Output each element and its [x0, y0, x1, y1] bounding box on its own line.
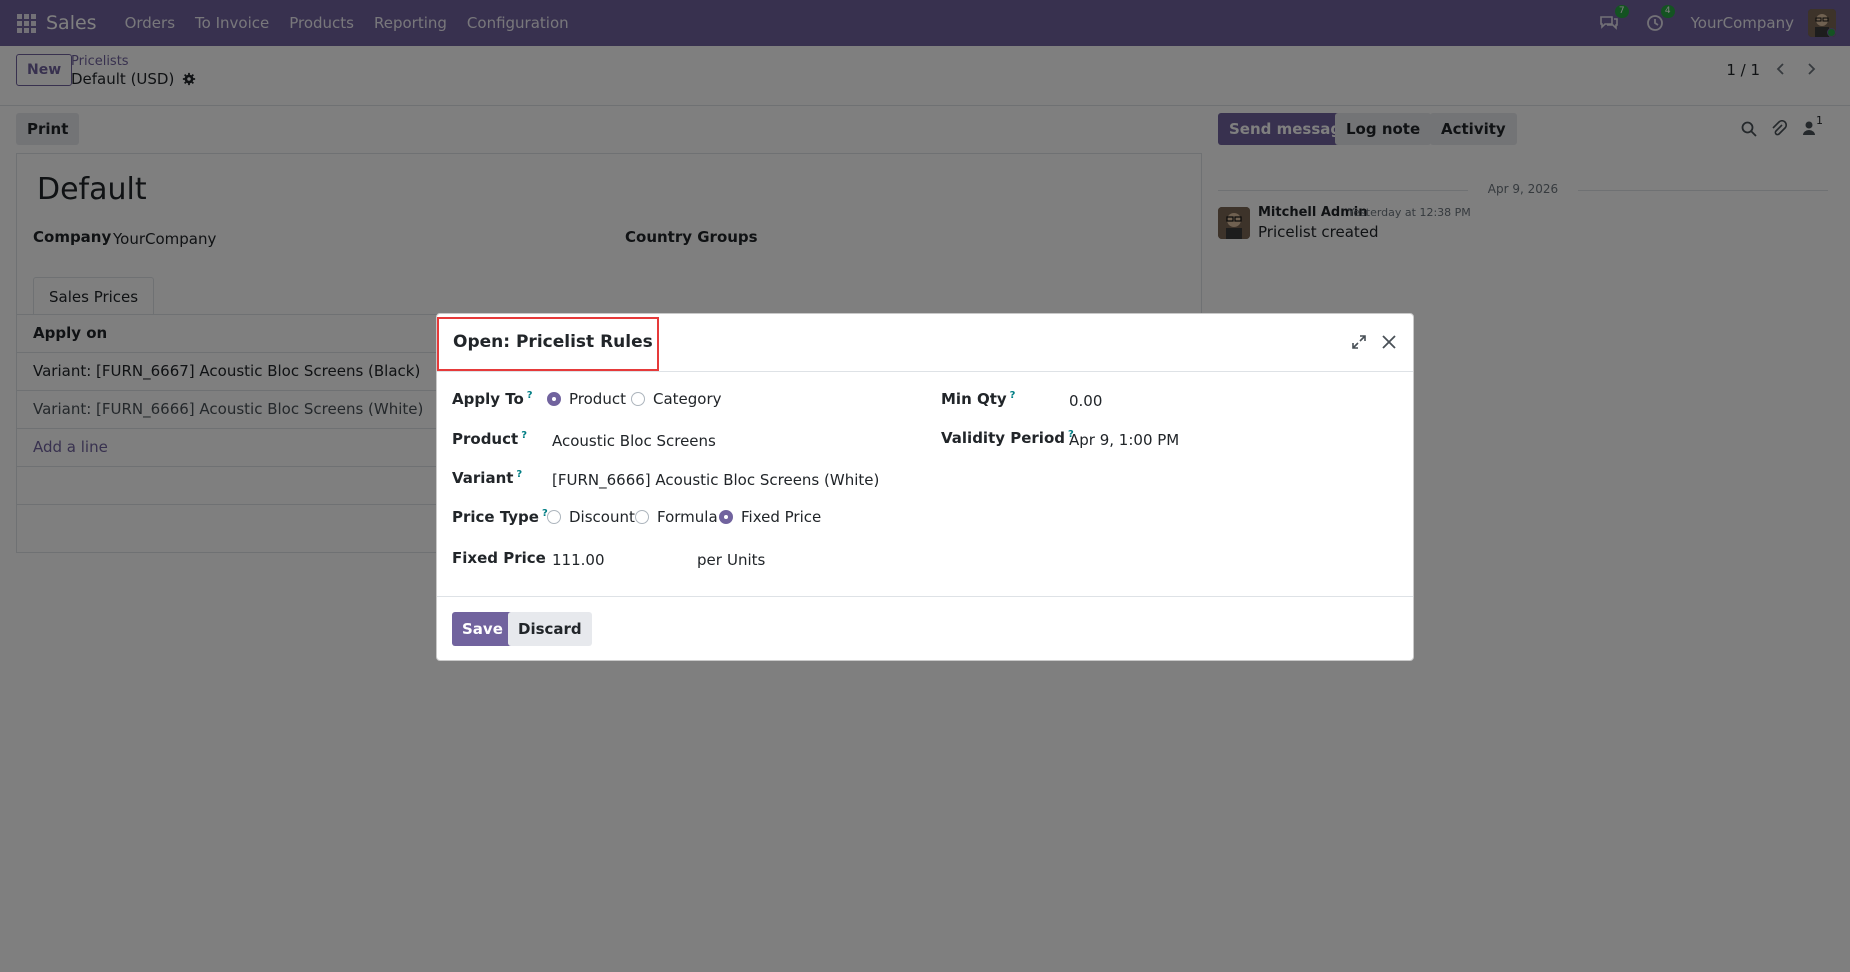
help-icon[interactable]: ?: [516, 469, 522, 480]
variant-field[interactable]: [FURN_6666] Acoustic Bloc Screens (White…: [552, 471, 879, 489]
radio-fixed-price[interactable]: Fixed Price: [719, 508, 821, 526]
uom-field[interactable]: Units: [727, 551, 765, 569]
radio-product[interactable]: Product: [547, 390, 626, 408]
product-field[interactable]: Acoustic Bloc Screens: [552, 432, 898, 450]
radio-unselected-icon: [631, 392, 645, 406]
radio-unselected-icon: [635, 510, 649, 524]
expand-icon[interactable]: [1351, 334, 1367, 350]
radio-selected-icon: [547, 392, 561, 406]
apply-to-label: Apply To?: [452, 390, 533, 408]
radio-selected-icon: [719, 510, 733, 524]
radio-formula[interactable]: Formula: [635, 508, 718, 526]
product-label: Product?: [452, 430, 527, 448]
save-button[interactable]: Save: [452, 612, 513, 646]
min-qty-input[interactable]: 0.00: [1069, 392, 1102, 410]
validity-period-label: Validity Period?: [941, 429, 1074, 447]
price-type-label: Price Type?: [452, 508, 548, 526]
min-qty-label: Min Qty?: [941, 390, 1016, 408]
help-icon[interactable]: ?: [1010, 390, 1016, 401]
variant-label: Variant?: [452, 469, 523, 487]
validity-period-field[interactable]: Apr 9, 1:00 PM: [1069, 431, 1179, 449]
fixed-price-input[interactable]: 111.00: [552, 551, 662, 569]
dialog-footer-divider: [437, 596, 1413, 597]
radio-category[interactable]: Category: [631, 390, 722, 408]
close-icon[interactable]: [1379, 332, 1399, 352]
pricelist-rule-dialog: Open: Pricelist Rules Apply To? Product …: [436, 313, 1414, 661]
radio-unselected-icon: [547, 510, 561, 524]
fixed-price-label: Fixed Price: [452, 549, 546, 567]
radio-discount[interactable]: Discount: [547, 508, 635, 526]
dialog-title: Open: Pricelist Rules: [453, 332, 653, 352]
discard-button[interactable]: Discard: [508, 612, 592, 646]
help-icon[interactable]: ?: [521, 430, 527, 441]
dialog-header: Open: Pricelist Rules: [437, 314, 1413, 372]
help-icon[interactable]: ?: [527, 390, 533, 401]
per-label: per: [697, 551, 722, 569]
